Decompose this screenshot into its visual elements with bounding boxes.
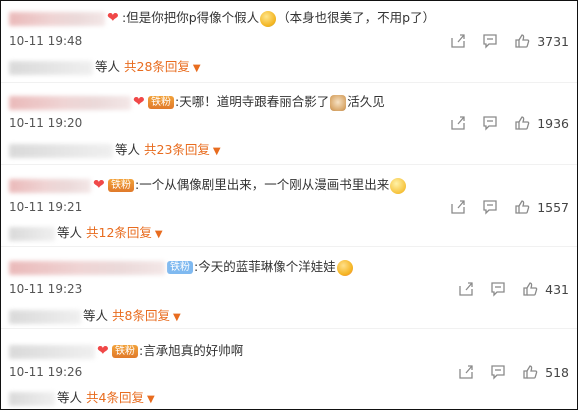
comment-actions: 1557	[435, 198, 569, 216]
comment-time: 10-11 19:23	[9, 282, 83, 296]
comment-text: 言承旭真的好帅啊	[143, 343, 244, 358]
comment-icon[interactable]	[489, 363, 507, 381]
share-icon[interactable]	[449, 114, 467, 132]
caret-down-icon: ▼	[154, 229, 163, 240]
comment-icon[interactable]	[481, 32, 499, 50]
reply-usernames-blurred	[9, 143, 113, 158]
comment-time: 10-11 19:48	[9, 34, 83, 48]
comment-item: :但是你把你p得像个假人（本身也很美了，不用p了） 10-11 19:48 37…	[1, 1, 577, 83]
comment-text: 今天的蓝菲琳像个洋娃娃	[198, 259, 336, 274]
reply-summary[interactable]: 等人 共28条回复 ▼	[9, 58, 201, 76]
reply-suffix: 等人	[57, 390, 83, 405]
comment-time: 10-11 19:26	[9, 365, 83, 379]
reply-suffix: 等人	[95, 59, 121, 74]
reply-suffix: 等人	[83, 308, 109, 323]
username-blurred[interactable]	[9, 178, 91, 193]
reply-suffix: 等人	[115, 142, 141, 157]
comment-actions: 1936	[435, 114, 569, 132]
comment-actions: 3731	[435, 32, 569, 50]
comment-item: 铁粉:今天的蓝菲琳像个洋娃娃 10-11 19:23 431 等人 共8条回复 ▼	[1, 247, 577, 329]
caret-down-icon: ▼	[172, 312, 181, 323]
comment-item: 铁粉:一个从偶像剧里出来，一个刚从漫画书里出来 10-11 19:21 1557…	[1, 165, 577, 247]
heart-badge-icon	[107, 8, 121, 28]
share-icon[interactable]	[449, 198, 467, 216]
reply-summary[interactable]: 等人 共12条回复 ▼	[9, 224, 163, 242]
reply-usernames-blurred	[9, 391, 55, 406]
thumbs-up-icon[interactable]	[513, 198, 531, 216]
reply-count-link[interactable]: 共4条回复	[86, 390, 144, 405]
caret-down-icon: ▼	[146, 394, 155, 405]
scream-emoji-icon	[390, 177, 407, 194]
reply-count-link[interactable]: 共28条回复	[124, 59, 190, 74]
reply-count-link[interactable]: 共8条回复	[112, 308, 170, 323]
comment-actions: 431	[443, 280, 569, 298]
share-icon[interactable]	[457, 280, 475, 298]
comment-text-line: :但是你把你p得像个假人（本身也很美了，不用p了）	[9, 8, 435, 28]
fan-badge: 铁粉	[167, 261, 193, 274]
comment-icon[interactable]	[481, 114, 499, 132]
like-count: 3731	[537, 33, 569, 49]
reply-count-link[interactable]: 共12条回复	[86, 225, 152, 240]
reply-usernames-blurred	[9, 60, 93, 75]
reply-usernames-blurred	[9, 226, 55, 241]
blowing-kiss-emoji-icon	[336, 259, 353, 276]
comment-text: 天哪！道明寺跟春丽合影了	[179, 94, 330, 109]
doge-emoji-icon	[330, 94, 347, 111]
thumbs-up-icon[interactable]	[521, 280, 539, 298]
comment-text: 一个从偶像剧里出来，一个刚从漫画书里出来	[139, 177, 390, 192]
share-icon[interactable]	[457, 363, 475, 381]
thumbs-up-icon[interactable]	[513, 32, 531, 50]
comment-text-line: 铁粉:一个从偶像剧里出来，一个刚从漫画书里出来	[9, 175, 407, 195]
comment-text-line: 铁粉:今天的蓝菲琳像个洋娃娃	[9, 257, 354, 277]
comment-icon[interactable]	[481, 198, 499, 216]
comment-text: 但是你把你p得像个假人	[126, 10, 260, 25]
fan-badge: 铁粉	[108, 179, 134, 192]
thumbs-up-icon[interactable]	[521, 363, 539, 381]
comment-list: :但是你把你p得像个假人（本身也很美了，不用p了） 10-11 19:48 37…	[0, 0, 578, 410]
comment-item: 铁粉:天哪！道明寺跟春丽合影了活久见 10-11 19:20 1936 等人 共…	[1, 83, 577, 165]
comment-time: 10-11 19:20	[9, 116, 83, 130]
comment-text-line: 铁粉:言承旭真的好帅啊	[9, 341, 243, 361]
username-blurred[interactable]	[9, 95, 131, 110]
heart-badge-icon	[133, 92, 147, 112]
fan-badge: 铁粉	[148, 96, 174, 109]
comment-text-tail: 活久见	[347, 94, 385, 109]
comment-item: 铁粉:言承旭真的好帅啊 10-11 19:26 518 等人 共4条回复▼	[1, 329, 577, 409]
reply-summary[interactable]: 等人 共23条回复 ▼	[9, 141, 221, 159]
like-count: 518	[545, 364, 569, 380]
comment-text-line: 铁粉:天哪！道明寺跟春丽合影了活久见	[9, 92, 385, 112]
heart-badge-icon	[93, 175, 107, 195]
share-icon[interactable]	[449, 32, 467, 50]
thumbs-up-icon[interactable]	[513, 114, 531, 132]
reply-count-link[interactable]: 共23条回复	[144, 142, 210, 157]
reply-usernames-blurred	[9, 309, 81, 324]
comment-actions: 518	[443, 363, 569, 381]
like-count: 1936	[537, 115, 569, 131]
like-count: 431	[545, 281, 569, 297]
caret-down-icon: ▼	[212, 146, 221, 157]
comment-text-tail: （本身也很美了，不用p了）	[277, 10, 436, 25]
reply-suffix: 等人	[57, 225, 83, 240]
username-blurred[interactable]	[9, 260, 165, 275]
comment-icon[interactable]	[489, 280, 507, 298]
heart-badge-icon	[97, 341, 111, 361]
caret-down-icon: ▼	[192, 63, 201, 74]
comment-time: 10-11 19:21	[9, 200, 83, 214]
username-blurred[interactable]	[9, 11, 105, 26]
fan-badge: 铁粉	[112, 345, 138, 358]
reply-summary[interactable]: 等人 共4条回复 ▼	[9, 389, 155, 407]
username-blurred[interactable]	[9, 344, 95, 359]
like-count: 1557	[537, 199, 569, 215]
laughing-tears-emoji-icon	[260, 10, 277, 27]
reply-summary[interactable]: 等人 共8条回复 ▼	[9, 307, 181, 325]
